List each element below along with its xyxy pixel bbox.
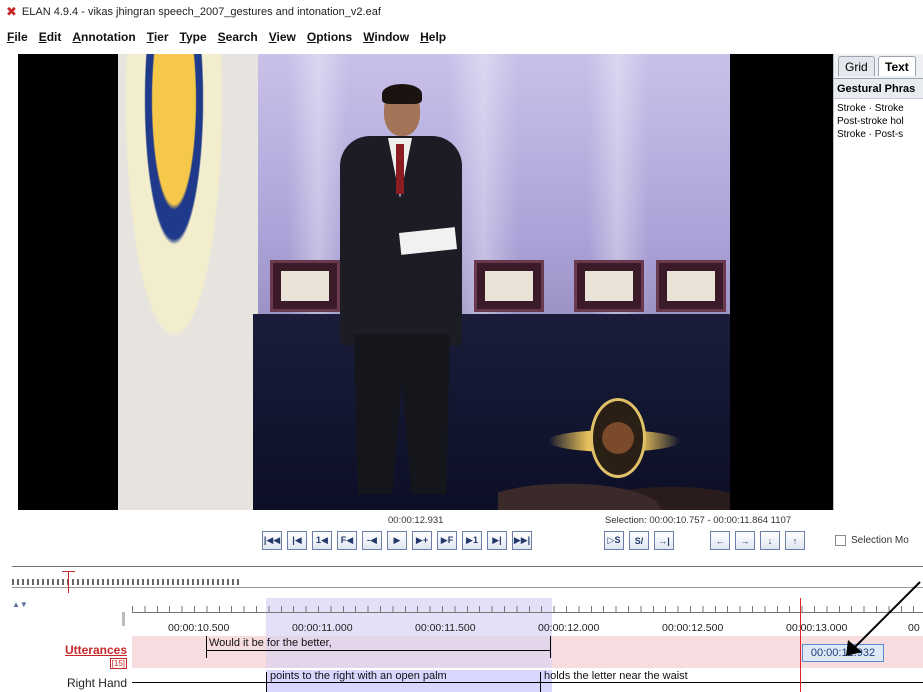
text-view[interactable]: Gestural Phras Stroke · Stroke Post-stro… — [834, 78, 923, 510]
video-player[interactable] — [18, 54, 833, 510]
menu-tier[interactable]: Tier — [147, 30, 169, 44]
callout-arrow-icon — [846, 581, 921, 656]
award-plaque — [270, 260, 340, 312]
next-frame-button[interactable]: ▶F — [437, 531, 457, 550]
splitter-handle[interactable] — [122, 612, 125, 626]
timeline-overview[interactable] — [12, 566, 923, 596]
previous-frame-button[interactable]: F◀ — [337, 531, 357, 550]
tick-label: 00:00:10.500 — [168, 622, 230, 634]
menu-window[interactable]: Window — [363, 30, 409, 44]
play-selection-button[interactable]: ▷S — [604, 531, 624, 550]
award-plaque — [656, 260, 726, 312]
menu-file[interactable]: File — [7, 30, 28, 44]
tier-label-utterances[interactable]: Utterances — [65, 643, 127, 657]
tier-label-right-hand[interactable]: Right Hand — [67, 676, 127, 690]
previous-pixel-button[interactable]: -◀ — [362, 531, 382, 550]
go-to-end-button[interactable]: ▶▶| — [512, 531, 532, 550]
text-view-line: Post-stroke hol — [837, 116, 904, 127]
annotation-boundary — [206, 636, 207, 658]
text-view-line: Stroke · Stroke — [837, 103, 904, 114]
checkbox-box[interactable] — [835, 535, 846, 546]
selection-mode-checkbox[interactable]: Selection Mo — [835, 535, 909, 546]
award-plaque — [474, 260, 544, 312]
title-bar: ✖ ELAN 4.9.4 - vikas jhingran speech_200… — [0, 0, 923, 24]
next-second-button[interactable]: ▶1 — [462, 531, 482, 550]
overview-cursor[interactable] — [68, 571, 69, 593]
play-button[interactable]: ▶ — [387, 531, 407, 550]
menu-search[interactable]: Search — [218, 30, 258, 44]
annotation-right-hand[interactable]: points to the right with an open palm — [270, 670, 447, 682]
current-time-label: 00:00:12.931 — [388, 515, 444, 526]
next-scrollview-button[interactable]: ▶| — [487, 531, 507, 550]
menu-help[interactable]: Help — [420, 30, 446, 44]
next-pixel-button[interactable]: ▶+ — [412, 531, 432, 550]
menu-options[interactable]: Options — [307, 30, 352, 44]
tab-text[interactable]: Text — [878, 56, 916, 76]
menu-bar: File Edit Annotation Tier Type Search Vi… — [0, 24, 923, 50]
annotation-right-hand[interactable]: holds the letter near the waist — [544, 670, 688, 682]
annotation-above-button[interactable]: ↑ — [785, 531, 805, 550]
tick-label: 00:00:11.000 — [292, 622, 353, 634]
text-view-header[interactable]: Gestural Phras — [834, 79, 923, 99]
tick-label: 00:00:11.500 — [415, 622, 476, 634]
annotation-span — [132, 682, 923, 683]
menu-annotation[interactable]: Annotation — [72, 30, 135, 44]
annotation-boundary — [540, 672, 541, 692]
tick-label: 00:00:12.000 — [538, 622, 600, 634]
text-view-line: Stroke · Post-s — [837, 129, 904, 140]
selection-label: Selection: 00:00:10.757 - 00:00:11.864 1… — [605, 515, 792, 526]
stage-decoration — [118, 54, 258, 510]
speaker-tie — [396, 144, 404, 194]
speaker-hair — [382, 84, 422, 104]
time-ruler[interactable]: ▲▼ 00:00:10.500 00:00:11.000 00:00:11.50… — [12, 598, 923, 636]
elan-logo-icon: ✖ — [6, 4, 17, 19]
tick-label: 00:00:12.500 — [662, 622, 724, 634]
annotation-boundary — [550, 636, 551, 658]
toggle-crosshair-button[interactable]: →| — [654, 531, 674, 550]
tier-panel: Utterances [15] Right Hand Would it be f… — [12, 598, 923, 692]
annotation-utterance[interactable]: Would it be for the better, — [209, 637, 332, 649]
side-panel: Grid Text Gestural Phras Stroke · Stroke… — [833, 54, 923, 510]
tier-count-utterances: [15] — [109, 658, 127, 669]
go-to-begin-button[interactable]: |◀◀ — [262, 531, 282, 550]
window-title: ELAN 4.9.4 - vikas jhingran speech_2007_… — [21, 6, 381, 18]
annotation-span — [206, 650, 550, 651]
next-annotation-button[interactable]: → — [735, 531, 755, 550]
previous-scrollview-button[interactable]: |◀ — [287, 531, 307, 550]
ruler-gutter: ▲▼ — [12, 598, 132, 636]
selection-mode-label: Selection Mo — [851, 535, 909, 546]
video-frame — [118, 54, 730, 510]
tab-grid[interactable]: Grid — [838, 56, 875, 76]
zoom-arrows-icon[interactable]: ▲▼ — [12, 600, 28, 609]
menu-view[interactable]: View — [269, 30, 296, 44]
award-plaque — [574, 260, 644, 312]
overview-axis — [12, 587, 923, 588]
annotation-below-button[interactable]: ↓ — [760, 531, 780, 550]
overview-waveform — [12, 579, 242, 585]
menu-type[interactable]: Type — [180, 30, 207, 44]
watermark-seal-icon — [590, 398, 646, 478]
menu-edit[interactable]: Edit — [39, 30, 62, 44]
previous-annotation-button[interactable]: ← — [710, 531, 730, 550]
annotation-boundary — [266, 672, 267, 692]
media-controls: 00:00:12.931 Selection: 00:00:10.757 - 0… — [0, 510, 923, 558]
previous-second-button[interactable]: 1◀ — [312, 531, 332, 550]
clear-selection-button[interactable]: S/ — [629, 531, 649, 550]
